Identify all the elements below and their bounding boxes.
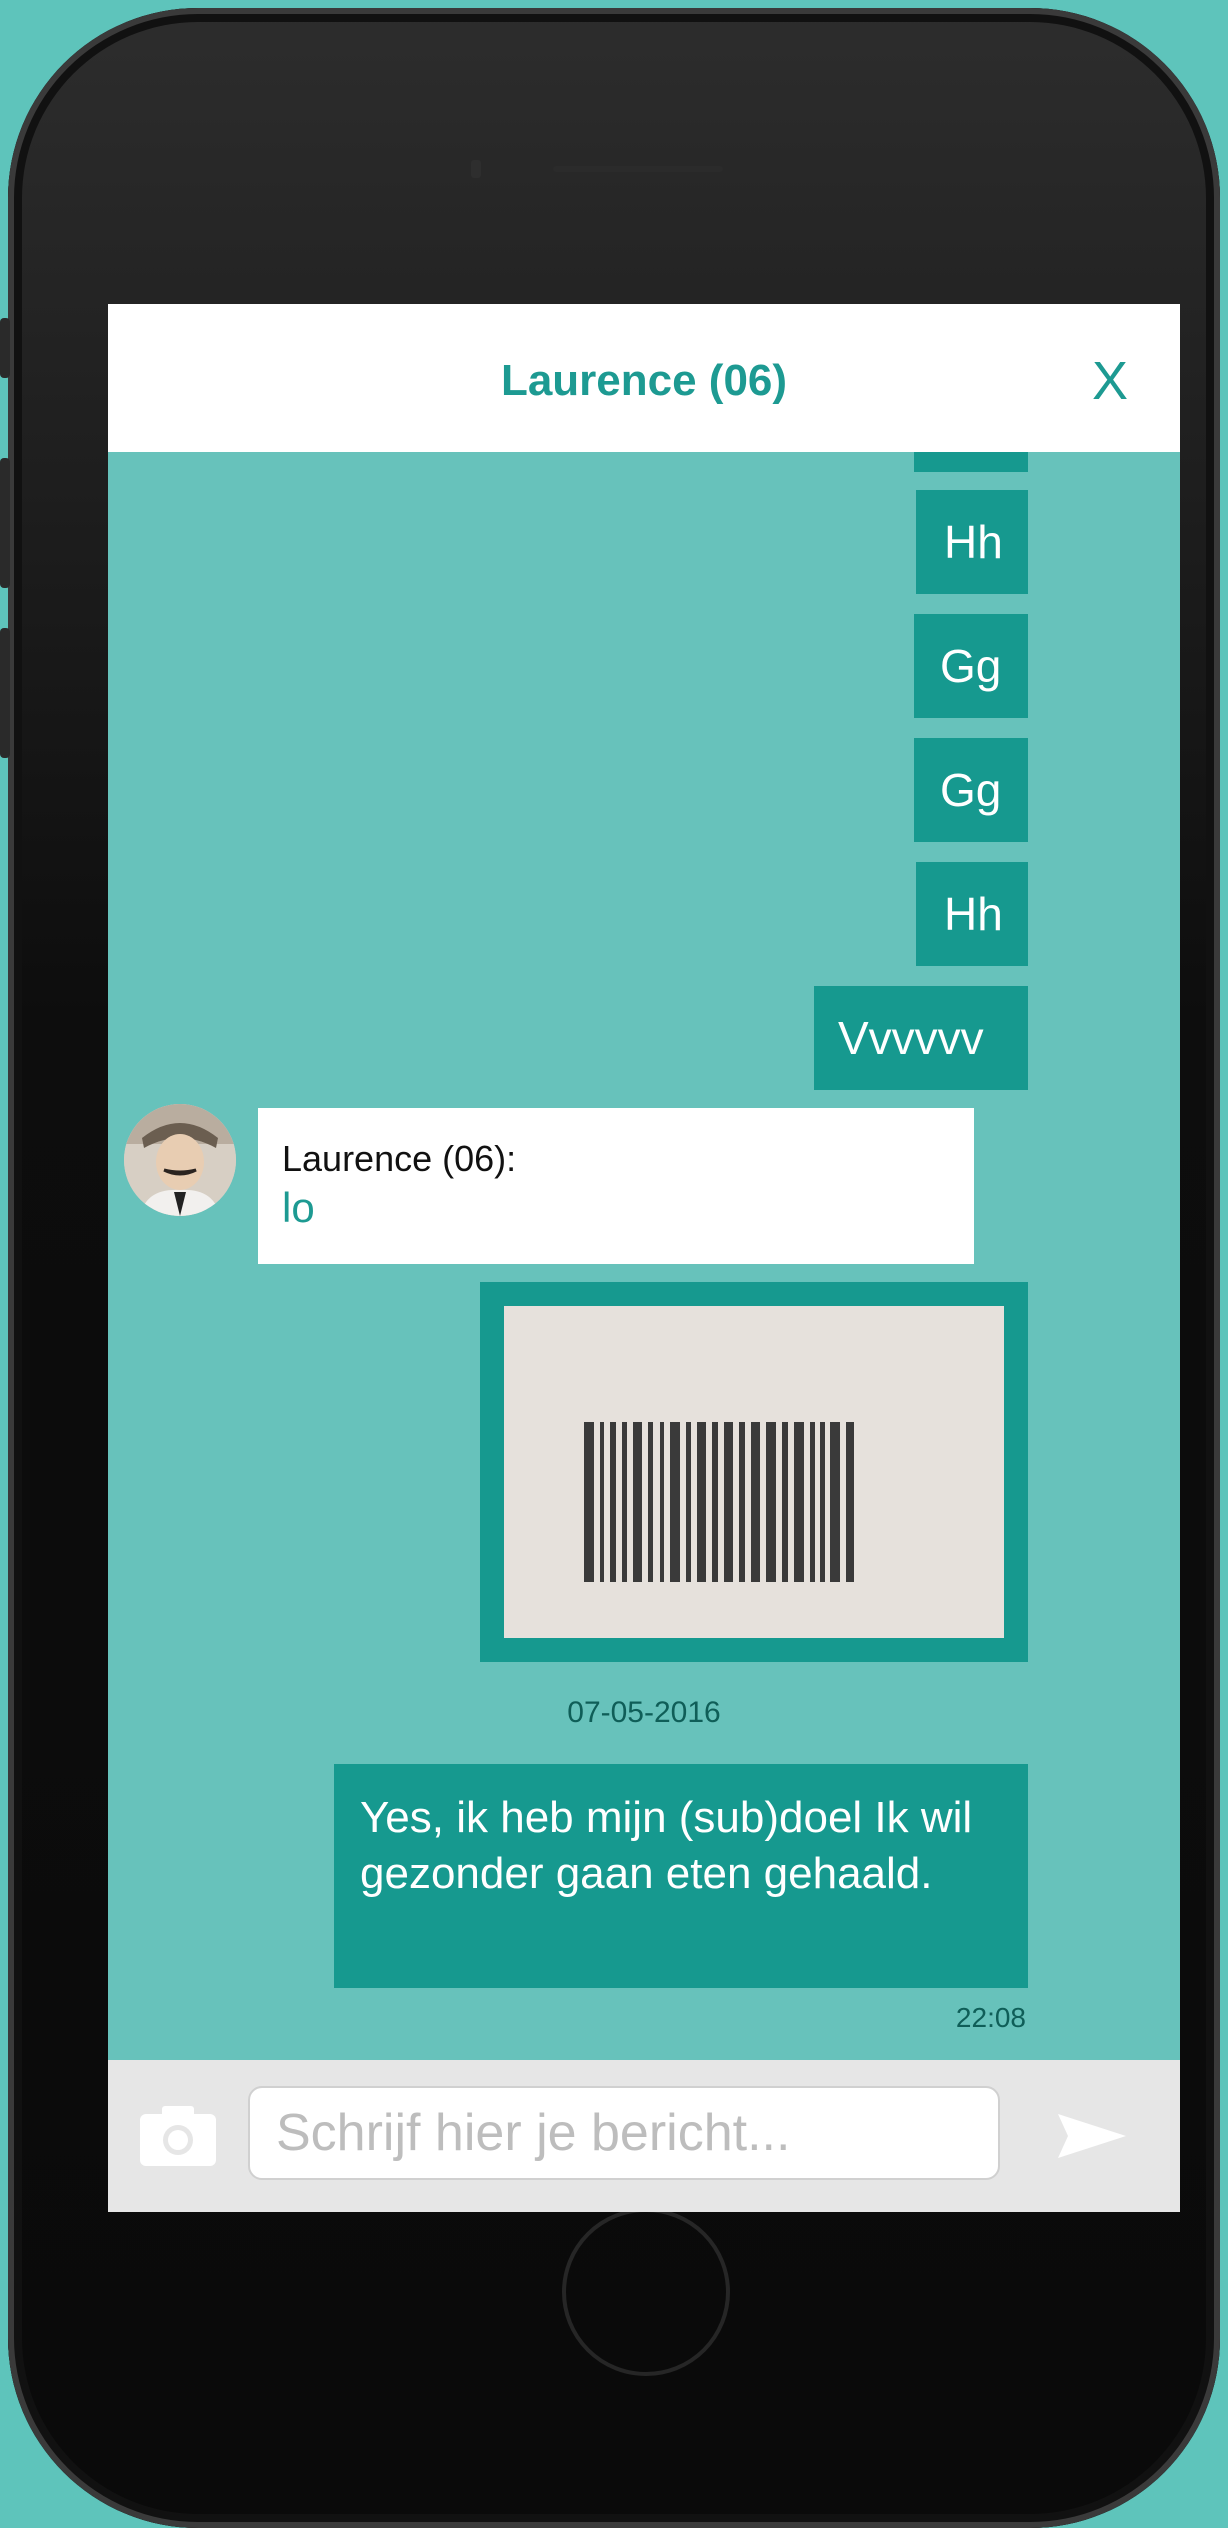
avatar[interactable] [124,1104,236,1216]
volume-down-button [0,628,10,758]
barcode-photo[interactable] [504,1306,1004,1638]
incoming-message: Laurence (06): lo [258,1108,974,1264]
front-camera [471,160,481,178]
send-icon[interactable] [1056,2110,1128,2162]
home-button[interactable] [562,2208,730,2376]
camera-icon[interactable] [138,2104,218,2168]
outgoing-message: Yes, ik heb mijn (sub)doel Ik wil gezond… [334,1764,1028,1988]
outgoing-message: Hh [916,862,1028,966]
incoming-message-sender: Laurence (06): [282,1138,517,1179]
chat-title: Laurence (06) [500,356,788,405]
date-separator: 07-05-2016 [567,1696,721,1729]
outgoing-message: Vvvvvv [814,986,1028,1090]
outgoing-message: Gg [914,614,1028,718]
chat-screen: Laurence (06) X Hh Gg Gg Hh Vvvvvv Laure… [108,304,1180,2212]
outgoing-message: Gg [914,738,1028,842]
volume-up-button [0,458,10,588]
outgoing-message-partial [914,452,1028,472]
incoming-message-text: lo [282,1184,315,1231]
message-input-bar [108,2060,1180,2212]
close-button[interactable]: X [1092,350,1128,412]
mute-switch [0,318,10,378]
outgoing-message: Hh [916,490,1028,594]
chat-header: Laurence (06) X [108,304,1180,452]
phone-frame: Laurence (06) X Hh Gg Gg Hh Vvvvvv Laure… [0,8,1220,2528]
message-input[interactable] [248,2086,1000,2180]
message-timestamp: 22:08 [955,2002,1026,2033]
earpiece-speaker [553,166,723,172]
image-message[interactable] [480,1282,1028,1662]
